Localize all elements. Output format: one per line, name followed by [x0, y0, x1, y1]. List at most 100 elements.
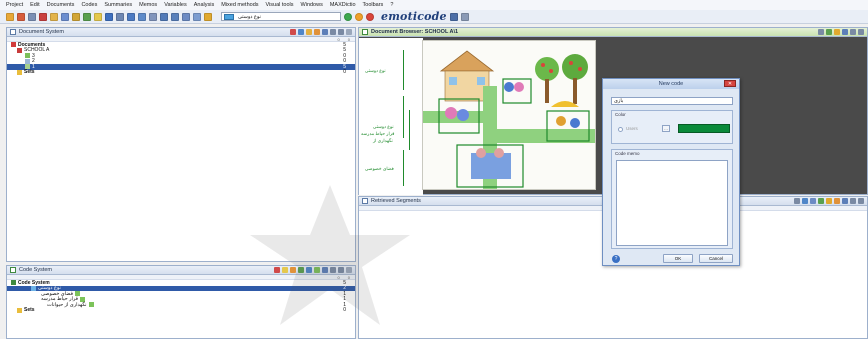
chart-icon[interactable] [138, 12, 146, 21]
menu-summaries[interactable]: Summaries [104, 2, 132, 8]
code-color-swatch [224, 14, 234, 20]
dialog-title: New code [658, 81, 684, 87]
code-stripe[interactable] [409, 110, 410, 150]
doc-view-icon[interactable] [810, 198, 816, 204]
tree-count: 0 [343, 69, 346, 76]
activate-icon[interactable] [298, 29, 304, 35]
image-document-icon [25, 58, 30, 64]
menu-visual-tools[interactable]: Visual tools [266, 2, 294, 8]
color-swatch[interactable] [678, 124, 730, 133]
list-icon[interactable] [149, 12, 157, 21]
folder-icon[interactable] [306, 29, 312, 35]
delete-icon[interactable] [290, 29, 296, 35]
pin-icon[interactable] [330, 267, 336, 273]
menu-icon[interactable] [858, 29, 864, 35]
close-icon[interactable] [346, 267, 352, 273]
menu-memos[interactable]: Memos [139, 2, 157, 8]
save-icon[interactable] [28, 12, 36, 21]
menu-icon[interactable] [338, 267, 344, 273]
tree-row-sets[interactable]: Sets 0 [7, 307, 355, 313]
menu-maxdictio[interactable]: MAXDictio [330, 2, 356, 8]
sets-icon [17, 307, 22, 313]
cut-icon[interactable] [39, 12, 47, 21]
search-segments-icon[interactable] [842, 198, 848, 204]
emoticode-logo[interactable]: emoticode [381, 10, 447, 23]
emoticon-green-icon[interactable] [344, 12, 352, 21]
code-color-icon [88, 302, 94, 308]
menu-edit[interactable]: Edit [30, 2, 39, 8]
cancel-label: Cancel [708, 256, 723, 261]
memo-icon[interactable] [94, 12, 102, 21]
menu-project[interactable]: Project [6, 2, 23, 8]
cancel-button[interactable]: Cancel [699, 254, 733, 263]
code-memo-group: Code memo [611, 149, 733, 249]
new-code-icon[interactable] [282, 267, 288, 273]
users-radio[interactable] [618, 127, 623, 132]
color-code-icon[interactable] [204, 12, 212, 21]
window-icon[interactable] [160, 12, 168, 21]
menu-variables[interactable]: Variables [164, 2, 187, 8]
code-stripe-label: فضای خصوصی [365, 166, 394, 171]
new-project-icon[interactable] [17, 12, 25, 21]
window3-icon[interactable] [182, 12, 190, 21]
code-stripe[interactable] [403, 50, 404, 90]
window2-icon[interactable] [171, 12, 179, 21]
table-view-icon[interactable] [802, 198, 808, 204]
close-icon[interactable] [346, 29, 352, 35]
code-memo-textarea[interactable] [616, 160, 728, 246]
code-tool-icon[interactable] [298, 267, 304, 273]
close-icon[interactable]: ✕ [724, 80, 736, 87]
code-tool-icon[interactable] [83, 12, 91, 21]
color-icon[interactable] [290, 267, 296, 273]
refresh-icon[interactable] [314, 29, 320, 35]
symbol2-icon[interactable] [460, 12, 469, 21]
menu-help[interactable]: ? [390, 2, 393, 8]
code-filter-icon[interactable] [314, 267, 320, 273]
copy-icon[interactable] [50, 12, 58, 21]
weight-icon[interactable] [826, 198, 832, 204]
matrix-icon[interactable] [127, 12, 135, 21]
help-icon[interactable]: ? [612, 255, 620, 263]
search-codes-icon[interactable] [322, 267, 328, 273]
document-image[interactable] [422, 40, 596, 190]
export-icon[interactable] [794, 198, 800, 204]
ok-label: OK [674, 256, 682, 261]
group-icon[interactable] [306, 267, 312, 273]
window4-icon[interactable] [193, 12, 201, 21]
open-project-icon[interactable] [6, 12, 14, 21]
menu-analysis[interactable]: Analysis [194, 2, 214, 8]
ok-button[interactable]: OK [663, 254, 693, 263]
code-stripe[interactable] [403, 150, 404, 186]
color-picker-button[interactable]: … [662, 125, 670, 132]
symbol-icon[interactable] [449, 12, 458, 21]
emoticon-red-icon[interactable] [366, 12, 374, 21]
image-document-icon [25, 53, 30, 59]
emoticode-icon[interactable] [834, 198, 840, 204]
delete-code-icon[interactable] [274, 267, 280, 273]
code-icon[interactable] [826, 29, 832, 35]
search-docs-icon[interactable] [322, 29, 328, 35]
menu-toolbars[interactable]: Toolbars [363, 2, 384, 8]
search-doc-icon[interactable] [842, 29, 848, 35]
menu-documents[interactable]: Documents [47, 2, 75, 8]
menu-windows[interactable]: Windows [301, 2, 323, 8]
grid-icon[interactable] [105, 12, 113, 21]
pin-icon[interactable] [330, 29, 336, 35]
pin-icon[interactable] [850, 29, 856, 35]
code-name-input[interactable]: بازی [611, 97, 733, 105]
menu-icon[interactable] [858, 198, 864, 204]
pin-icon[interactable] [850, 198, 856, 204]
table-icon[interactable] [116, 12, 124, 21]
code-select[interactable]: نوع دوستی [221, 12, 341, 21]
menu-codes[interactable]: Codes [81, 2, 97, 8]
paste-icon[interactable] [61, 12, 69, 21]
emoticon-orange-icon[interactable] [355, 12, 363, 21]
filter-icon[interactable] [818, 198, 824, 204]
search-icon[interactable] [72, 12, 80, 21]
emoticode-icon[interactable] [834, 29, 840, 35]
print-icon[interactable] [818, 29, 824, 35]
menu-mixed-methods[interactable]: Mixed methods [221, 2, 258, 8]
tree-row-sets[interactable]: Sets 0 [7, 69, 355, 76]
menu-icon[interactable] [338, 29, 344, 35]
code-stripe[interactable] [403, 96, 404, 138]
